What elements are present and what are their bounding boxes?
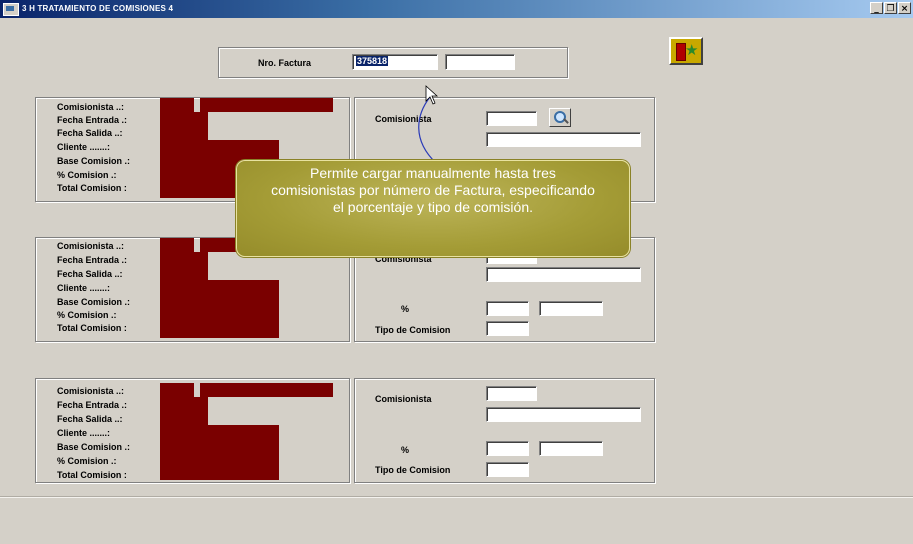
tooltip-line-3: el porcentaje y tipo de comisión. bbox=[333, 199, 533, 215]
help-tooltip: Permite cargar manualmente hasta tres co… bbox=[236, 160, 630, 257]
annotation-overlay bbox=[418, 85, 439, 164]
annotation-connector-line bbox=[418, 96, 437, 164]
mouse-pointer-icon bbox=[425, 85, 439, 105]
tooltip-line-1: Permite cargar manualmente hasta tres bbox=[310, 165, 556, 181]
tooltip-line-2: comisionistas por número de Factura, esp… bbox=[271, 182, 595, 198]
